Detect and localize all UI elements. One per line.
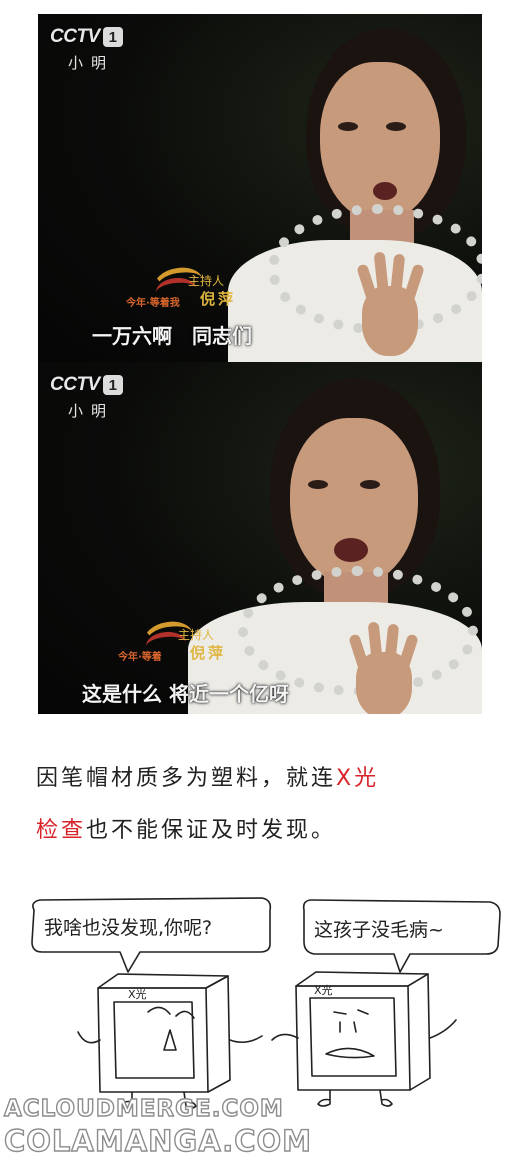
caption-text: 也不能保证及时发现。 (86, 818, 337, 843)
right-machine-label: X光 (314, 983, 333, 997)
channel-logo-text: CCTV (50, 26, 100, 47)
right-bubble-text: 这孩子没毛病~ (314, 919, 444, 941)
tv-screenshot-2: CCTV 1 小明 今年·等着 主持人 倪萍 这是什么 将近一个亿呀 (38, 362, 482, 714)
show-name: 今年·等着我 (126, 298, 180, 309)
speaker-tag: 小明 (68, 54, 115, 72)
right-xray-machine (271, 971, 457, 1107)
caption-text: 因笔帽材质多为塑料，就连 (36, 766, 337, 791)
channel-logo-text: CCTV (50, 374, 100, 395)
left-bubble-text: 我啥也没发现,你呢? (44, 917, 212, 939)
cctv1-logo: CCTV 1 (50, 374, 123, 396)
xray-machines-comic: 我啥也没发现,你呢? 这孩子没毛病~ X光 X光 (31, 897, 501, 1109)
host-role-label: 主持人 (188, 274, 225, 288)
host-name-label: 倪萍 (190, 644, 227, 662)
show-name: 今年·等着 (118, 652, 162, 663)
subtitle: 这是什么 将近一个亿呀 (82, 682, 289, 706)
watermark-colamanga: COLAMANGA.COM (3, 1123, 313, 1158)
tv-screenshot-1: CCTV 1 小明 今年·等着我 主持人 倪萍 一万六啊 同志们 (38, 14, 482, 362)
cctv1-logo: CCTV 1 (50, 26, 123, 48)
host-name-label: 倪萍 (200, 290, 237, 308)
left-machine-label: X光 (128, 987, 147, 1001)
channel-number-badge: 1 (102, 27, 123, 47)
caption-highlight: X光 (336, 766, 380, 791)
host-role-label: 主持人 (178, 628, 215, 642)
speaker-tag: 小明 (68, 402, 115, 420)
caption-line-2: 检查也不能保证及时发现。 (36, 812, 336, 844)
caption-line-1: 因笔帽材质多为塑料，就连X光 (36, 760, 379, 792)
caption-highlight: 检查 (36, 818, 87, 843)
watermark-acloudmerge: ACLOUDMERGE.COM (3, 1095, 284, 1122)
channel-number-badge: 1 (102, 375, 123, 395)
subtitle: 一万六啊 同志们 (92, 324, 252, 348)
left-xray-machine (77, 973, 263, 1109)
